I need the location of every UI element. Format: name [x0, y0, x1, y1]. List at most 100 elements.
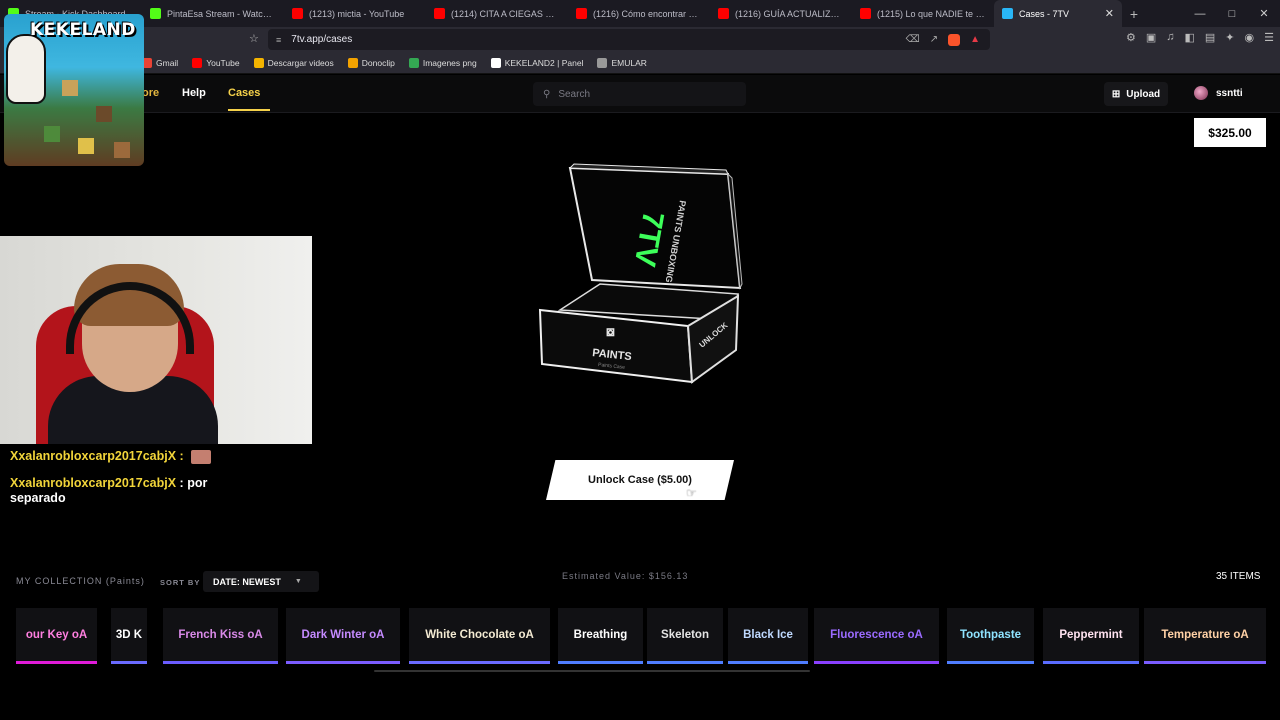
bookmark-favicon-icon: [253, 57, 264, 68]
media-icon[interactable]: ♫: [1166, 31, 1174, 44]
collection-label: MY COLLECTION (Paints): [16, 576, 145, 586]
ai-assistant-icon[interactable]: ✦: [1225, 31, 1234, 44]
tab-title: (1213) mictia - YouTube: [309, 8, 405, 19]
paint-card[interactable]: White Chocolate oA: [409, 608, 550, 664]
avatar: [1194, 86, 1208, 100]
extensions-icon[interactable]: ⚙: [1126, 31, 1136, 44]
search-input[interactable]: ⚲ Search: [533, 82, 746, 106]
paint-name: French Kiss oA: [178, 628, 263, 641]
bookmark-favicon-icon: [490, 57, 501, 68]
nav-cases[interactable]: Cases: [228, 87, 260, 99]
emote-icon: [191, 449, 212, 464]
bookmark-item[interactable]: Imagenes png: [408, 57, 477, 68]
rewards-icon[interactable]: ▲: [970, 34, 980, 45]
window-controls: — □ ✕: [1184, 0, 1280, 27]
share-icon[interactable]: ↗: [930, 34, 938, 45]
case-box-front: [538, 308, 694, 384]
paint-card[interactable]: Temperature oA: [1144, 608, 1266, 664]
sidebar-icon[interactable]: ◧: [1184, 31, 1194, 44]
paint-collection-row: our Key oA 3D K French Kiss oA Dark Winter …: [16, 608, 1266, 664]
sort-label: SORT BY: [160, 578, 201, 587]
bookmark-item[interactable]: EMULAR: [597, 57, 647, 68]
site-header: ore Help Cases ⚲ Search ⊞ Upload ssntti: [0, 75, 1280, 113]
browser-tab-bar: Stream - Kick DashboardPintaEsa Stream -…: [0, 0, 1280, 27]
unlock-case-button[interactable]: Unlock Case ($5.00): [546, 460, 734, 500]
paint-card[interactable]: Breathing: [558, 608, 643, 664]
search-placeholder: Search: [558, 88, 591, 100]
chat-continuation: separado: [10, 491, 66, 505]
block-decoration: [96, 106, 112, 122]
bookmark-favicon-icon: [408, 57, 419, 68]
brave-shield-icon[interactable]: [948, 33, 961, 46]
paint-name: Black Ice: [743, 628, 793, 641]
paint-card[interactable]: French Kiss oA: [163, 608, 278, 664]
browser-tab[interactable]: PintaEsa Stream - Watch Live o: [142, 0, 284, 27]
close-window-icon[interactable]: ✕: [1248, 0, 1280, 27]
bookmark-favicon-icon: [597, 57, 608, 68]
menu-icon[interactable]: ☰: [1264, 31, 1274, 44]
browser-tab[interactable]: (1215) Lo que NADIE te cuenta: [852, 0, 994, 27]
paint-card[interactable]: Skeleton: [647, 608, 723, 664]
block-decoration: [114, 142, 130, 158]
browser-tab[interactable]: (1213) mictia - YouTube: [284, 0, 426, 27]
bookmark-item[interactable]: KEKELAND2 | Panel: [490, 57, 583, 68]
url-text: 7tv.app/cases: [291, 34, 353, 45]
paint-card[interactable]: Peppermint: [1043, 608, 1139, 664]
browser-tab[interactable]: (1214) CITA A CIEGAS BASADA: [426, 0, 568, 27]
screenshot-icon[interactable]: ▣: [1146, 31, 1156, 44]
wallet-icon[interactable]: ▤: [1205, 31, 1215, 44]
paint-name: Breathing: [573, 628, 628, 641]
bookmark-item[interactable]: Descargar videos: [253, 57, 334, 68]
stream-chat-overlay: Xxalanrobloxcarp2017cabjX : Xxalanroblox…: [10, 443, 250, 497]
new-tab-button[interactable]: +: [1122, 6, 1146, 22]
tab-favicon-icon: [718, 8, 729, 19]
tab-title: (1216) GUÍA ACTUALIZADA Y E: [735, 8, 844, 19]
vpn-icon[interactable]: ◉: [1245, 31, 1255, 44]
webcam-overlay: [0, 236, 312, 444]
collection-scrollbar[interactable]: [374, 670, 810, 672]
bookmark-item[interactable]: Gmail: [142, 57, 178, 68]
bookmark-item[interactable]: YouTube: [192, 57, 240, 68]
minimize-icon[interactable]: —: [1184, 0, 1216, 27]
sort-dropdown[interactable]: DATE: NEWEST ▼: [203, 571, 319, 592]
paint-name: Fluorescence oA: [830, 628, 923, 641]
tab-close-icon[interactable]: ✕: [1105, 7, 1114, 20]
mascot-image: [6, 34, 46, 104]
block-decoration: [62, 80, 78, 96]
nav-store[interactable]: ore: [142, 87, 159, 99]
nav-help[interactable]: Help: [182, 87, 206, 99]
paint-card[interactable]: Toothpaste: [947, 608, 1034, 664]
upload-button[interactable]: ⊞ Upload: [1104, 82, 1168, 106]
paint-card[interactable]: Black Ice: [728, 608, 808, 664]
browser-tab[interactable]: (1216) GUÍA ACTUALIZADA Y E: [710, 0, 852, 27]
user-menu[interactable]: ssntti: [1194, 86, 1243, 100]
bookmark-label: Descargar videos: [267, 57, 334, 68]
tab-title: PintaEsa Stream - Watch Live o: [167, 8, 276, 19]
paint-card[interactable]: our Key oA: [16, 608, 97, 664]
paint-card[interactable]: 3D K: [111, 608, 147, 664]
chat-separator: :: [179, 449, 184, 463]
chat-separator: :: [179, 476, 184, 490]
paint-card[interactable]: Fluorescence oA: [814, 608, 939, 664]
url-bar[interactable]: ≡ 7tv.app/cases ⌫ ↗ ▲: [268, 29, 990, 50]
bookmark-label: YouTube: [206, 57, 240, 68]
case-illustration: 7TV PAINTS UNBOXING PAINTS Paints Case U…: [538, 163, 743, 384]
translate-icon[interactable]: ⌫: [906, 34, 920, 45]
tab-favicon-icon: [150, 8, 161, 19]
bookmark-star-icon[interactable]: ☆: [249, 32, 259, 45]
browser-tab[interactable]: (1216) Cómo encontrar el Stro: [568, 0, 710, 27]
maximize-icon[interactable]: □: [1216, 0, 1248, 27]
paint-name: Peppermint: [1059, 628, 1123, 641]
block-decoration: [78, 138, 94, 154]
paint-name: White Chocolate oA: [425, 628, 534, 641]
browser-tab[interactable]: Cases - 7TV ✕: [994, 0, 1122, 27]
paint-name: 3D K: [115, 628, 143, 641]
site-info-icon[interactable]: ≡: [276, 35, 281, 45]
tab-title: (1216) Cómo encontrar el Stro: [593, 8, 702, 19]
paint-card[interactable]: Dark Winter oA: [286, 608, 400, 664]
stream-logo-text: KEKELAND: [30, 20, 136, 40]
bookmark-item[interactable]: Donoclip: [347, 57, 395, 68]
upload-label: Upload: [1126, 88, 1161, 100]
bookmark-label: Donoclip: [361, 57, 395, 68]
bookmark-favicon-icon: [192, 57, 203, 68]
